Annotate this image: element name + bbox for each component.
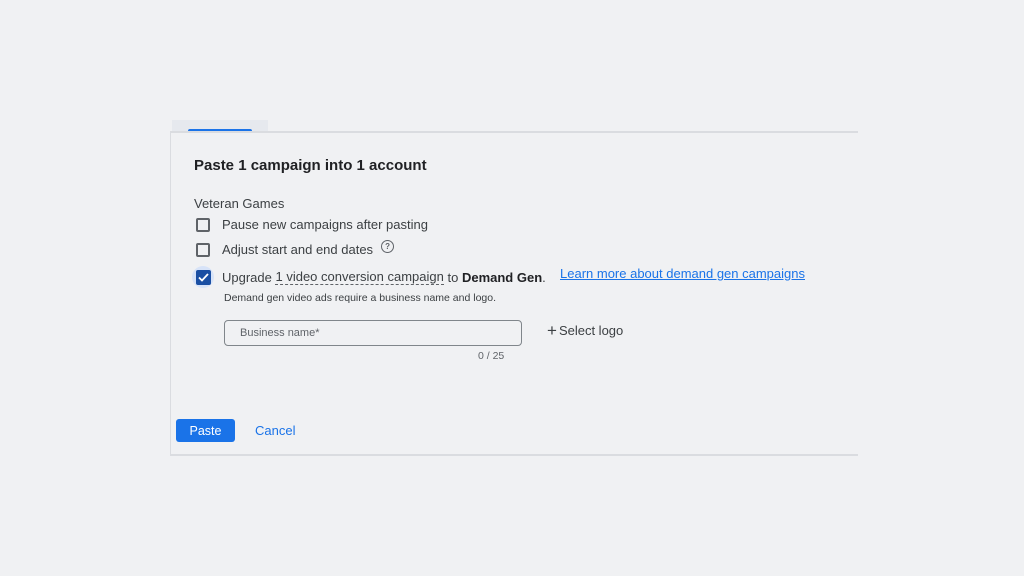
- paste-button[interactable]: Paste: [176, 419, 235, 442]
- upgrade-target: Demand Gen: [461, 269, 543, 285]
- upgrade-campaign-count[interactable]: 1 video conversion campaign: [275, 269, 444, 285]
- plus-icon: +: [547, 320, 557, 340]
- adjust-dates-option[interactable]: Adjust start and end dates ?: [196, 240, 395, 257]
- upgrade-checkbox[interactable]: [192, 266, 214, 288]
- pause-label: Pause new campaigns after pasting: [222, 217, 428, 232]
- question-circle-icon[interactable]: ?: [381, 240, 395, 253]
- character-counter: 0 / 25: [478, 350, 505, 362]
- upgrade-option[interactable]: Upgrade 1 video conversion campaign to D…: [192, 266, 546, 288]
- account-name: Veteran Games: [194, 196, 285, 211]
- pause-checkbox[interactable]: [196, 217, 210, 232]
- demand-gen-note: Demand gen video ads require a business …: [224, 292, 497, 304]
- adjust-dates-checkbox[interactable]: [196, 242, 210, 257]
- adjust-dates-label: Adjust start and end dates: [222, 242, 374, 257]
- dialog-title: Paste 1 campaign into 1 account: [194, 157, 427, 174]
- upgrade-middle: to: [443, 269, 462, 285]
- pause-option[interactable]: Pause new campaigns after pasting: [196, 217, 428, 232]
- cancel-button[interactable]: Cancel: [255, 423, 295, 438]
- paste-dialog: Paste 1 campaign into 1 account Veteran …: [170, 131, 858, 456]
- upgrade-suffix: .: [542, 269, 546, 285]
- checked-box: [195, 269, 211, 285]
- select-logo-label: Select logo: [558, 323, 624, 338]
- check-icon: [197, 272, 209, 282]
- select-logo-button[interactable]: + Select logo: [547, 320, 624, 340]
- upgrade-prefix: Upgrade: [222, 269, 276, 285]
- business-name-input[interactable]: [224, 320, 522, 346]
- learn-more-link[interactable]: Learn more about demand gen campaigns: [560, 266, 805, 281]
